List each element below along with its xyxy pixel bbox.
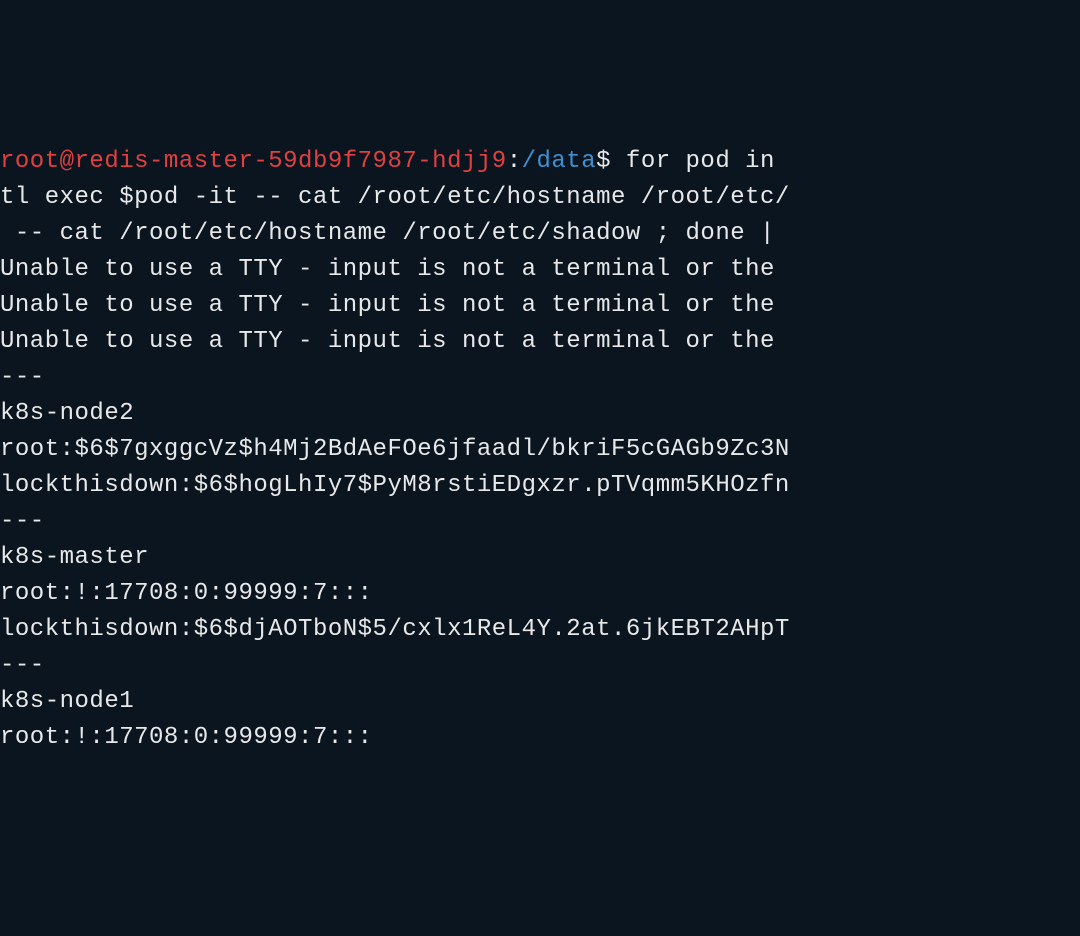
output-text: Unable to use a TTY - input is not a ter… <box>0 292 790 319</box>
output-text: k8s-master <box>0 544 149 571</box>
output-text: lockthisdown:$6$djAOTboN$5/cxlx1ReL4Y.2a… <box>0 616 790 643</box>
output-text: k8s-node2 <box>0 400 134 427</box>
output-text: Unable to use a TTY - input is not a ter… <box>0 328 790 355</box>
output-text: root:!:17708:0:99999:7::: <box>0 724 373 751</box>
output-text: k8s-node1 <box>0 688 134 715</box>
output-text: lockthisdown:$6$hogLhIy7$PyM8rstiEDgxzr.… <box>0 472 790 499</box>
command-text: for pod in <box>611 148 790 175</box>
output-text: --- <box>0 364 45 391</box>
terminal-line: k8s-node2 <box>0 396 1080 432</box>
prompt-symbol: $ <box>596 148 611 175</box>
prompt-separator: : <box>507 148 522 175</box>
terminal-line: Unable to use a TTY - input is not a ter… <box>0 288 1080 324</box>
terminal-line: Unable to use a TTY - input is not a ter… <box>0 252 1080 288</box>
terminal-line: k8s-master <box>0 540 1080 576</box>
output-text: --- <box>0 508 45 535</box>
terminal-line: lockthisdown:$6$djAOTboN$5/cxlx1ReL4Y.2a… <box>0 612 1080 648</box>
terminal-line: -- cat /root/etc/hostname /root/etc/shad… <box>0 216 1080 252</box>
output-text: root:$6$7gxggcVz$h4Mj2BdAeFOe6jfaadl/bkr… <box>0 436 790 463</box>
terminal-line: --- <box>0 504 1080 540</box>
output-text: -- cat /root/etc/hostname /root/etc/shad… <box>0 220 790 247</box>
terminal-line: --- <box>0 648 1080 684</box>
terminal-line: root:$6$7gxggcVz$h4Mj2BdAeFOe6jfaadl/bkr… <box>0 432 1080 468</box>
terminal-line: tl exec $pod -it -- cat /root/etc/hostna… <box>0 180 1080 216</box>
terminal-line: --- <box>0 360 1080 396</box>
prompt-user-host: root@redis-master-59db9f7987-hdjj9 <box>0 148 507 175</box>
terminal-output[interactable]: root@redis-master-59db9f7987-hdjj9:/data… <box>0 144 1080 756</box>
terminal-line: k8s-node1 <box>0 684 1080 720</box>
terminal-line: Unable to use a TTY - input is not a ter… <box>0 324 1080 360</box>
terminal-line: root:!:17708:0:99999:7::: <box>0 576 1080 612</box>
output-text: Unable to use a TTY - input is not a ter… <box>0 256 790 283</box>
output-text: root:!:17708:0:99999:7::: <box>0 580 373 607</box>
output-text: tl exec $pod -it -- cat /root/etc/hostna… <box>0 184 790 211</box>
terminal-line: lockthisdown:$6$hogLhIy7$PyM8rstiEDgxzr.… <box>0 468 1080 504</box>
terminal-line: root:!:17708:0:99999:7::: <box>0 720 1080 756</box>
prompt-path: /data <box>522 148 597 175</box>
terminal-line: root@redis-master-59db9f7987-hdjj9:/data… <box>0 144 1080 180</box>
